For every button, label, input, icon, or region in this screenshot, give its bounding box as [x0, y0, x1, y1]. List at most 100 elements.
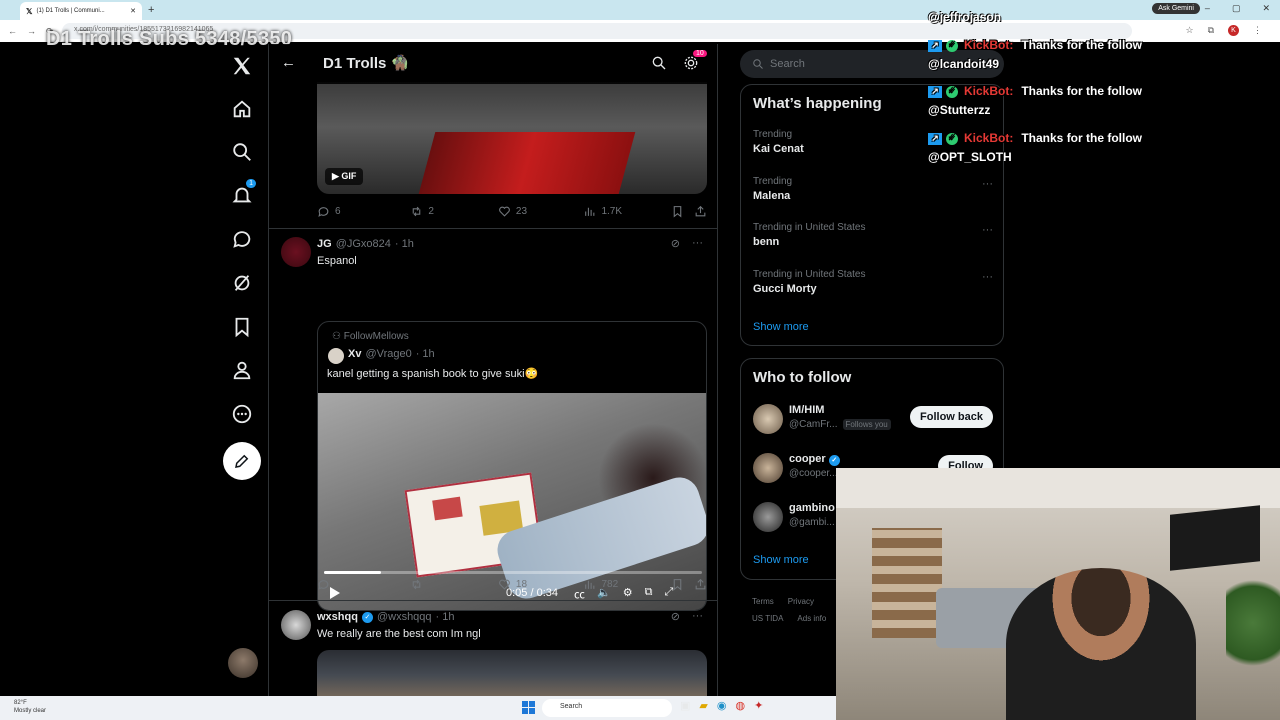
profile-icon[interactable]: K: [1228, 25, 1239, 36]
suggestion-avatar[interactable]: [753, 502, 783, 532]
quote-community[interactable]: ⚇ FollowMellows: [332, 331, 409, 342]
community-title: D1 Trolls 🧌: [323, 55, 410, 72]
views-button[interactable]: 782: [583, 578, 671, 591]
suggestion-name-row: cooper ✓: [789, 453, 840, 466]
gif-frame: [418, 132, 636, 194]
trend-item[interactable]: Trending Malena ···: [753, 176, 993, 202]
reply-button[interactable]: [317, 578, 410, 591]
community-timeline: ← D1 Trolls 🧌 10 ▶ GIF 6 2 23 1.7K JG @J…: [268, 44, 718, 696]
edge-icon[interactable]: ◉: [717, 699, 727, 712]
maximize-icon[interactable]: ▢: [1232, 3, 1241, 14]
menu-icon[interactable]: ⋮: [1253, 25, 1262, 36]
ask-gemini-button[interactable]: Ask Gemini: [1152, 3, 1200, 14]
post2-handle[interactable]: @JGxo824: [336, 238, 391, 250]
quote-avatar: [328, 348, 344, 364]
browser-tab[interactable]: 𝕏 (1) D1 Trolls | Communi... ✕: [20, 2, 142, 20]
chat-username: @OPT_SLOTH: [928, 150, 1012, 164]
notifications-bell-icon[interactable]: 1: [228, 179, 256, 209]
like-button[interactable]: 23: [498, 205, 584, 218]
grok-icon[interactable]: [228, 269, 256, 297]
webcam-tv: [1170, 505, 1260, 571]
bookmark-button[interactable]: [671, 205, 684, 218]
post3-time[interactable]: · 1h: [436, 611, 455, 623]
trend-more-icon[interactable]: ···: [982, 224, 993, 236]
tab-close-icon[interactable]: ✕: [130, 7, 136, 15]
post3-handle[interactable]: @wxshqqq: [377, 611, 432, 623]
trend-context: Trending in United States: [753, 222, 866, 233]
post-divider: [269, 600, 717, 601]
more-circle-icon[interactable]: [228, 400, 256, 428]
back-arrow-icon[interactable]: ←: [281, 54, 296, 71]
post2-name[interactable]: JG: [317, 238, 332, 250]
trend-more-icon[interactable]: ···: [982, 271, 993, 283]
account-avatar[interactable]: [228, 648, 258, 678]
address-icons: ☆ ⧉ K ⋮: [1185, 25, 1262, 36]
post2-tools: ⊘ ···: [671, 237, 703, 250]
quoted-post[interactable]: ⚇ FollowMellows Xv @Vrage0 · 1h kanel ge…: [317, 321, 707, 611]
minimize-icon[interactable]: –: [1205, 3, 1210, 14]
trend-more-icon[interactable]: ···: [982, 178, 993, 190]
post3-avatar[interactable]: [281, 610, 311, 640]
new-tab-icon[interactable]: +: [148, 4, 154, 16]
gif-media[interactable]: ▶ GIF: [317, 82, 707, 194]
extensions-icon[interactable]: ⧉: [1208, 25, 1214, 36]
explore-search-icon[interactable]: [228, 138, 256, 166]
footer-link[interactable]: Terms: [752, 597, 774, 606]
x-logo-icon[interactable]: [228, 52, 256, 80]
follows-you-badge: Follows you: [842, 419, 891, 430]
footer-link[interactable]: Ads info: [797, 614, 826, 623]
bookmarks-icon[interactable]: [228, 313, 256, 341]
post-more-icon[interactable]: ···: [692, 237, 703, 250]
like-button[interactable]: 18: [498, 578, 584, 591]
post3-media[interactable]: [317, 650, 707, 696]
bookmark-button[interactable]: [671, 578, 684, 591]
profile-nav-icon[interactable]: [228, 356, 256, 384]
show-more-follow-link[interactable]: Show more: [753, 554, 809, 566]
community-settings-gear-icon[interactable]: [683, 55, 699, 76]
repost-button[interactable]: [410, 578, 498, 591]
show-more-trends-link[interactable]: Show more: [753, 321, 809, 333]
weather-widget[interactable]: 82°F Mostly clear: [14, 699, 46, 715]
trend-item[interactable]: Trending in United States benn ···: [753, 222, 993, 248]
search-icon: [753, 59, 763, 69]
reply-button[interactable]: 6: [317, 205, 410, 218]
messages-icon[interactable]: [228, 225, 256, 253]
taskbar-search[interactable]: Search: [542, 699, 672, 717]
trend-context: Trending in United States: [753, 269, 866, 280]
repost-button[interactable]: 2: [410, 205, 498, 218]
grok-analyze-icon[interactable]: ⊘: [671, 610, 680, 623]
post2-time[interactable]: · 1h: [395, 238, 414, 250]
app-icon[interactable]: ✦: [754, 699, 763, 712]
post2-avatar[interactable]: [281, 237, 311, 267]
file-explorer-icon[interactable]: ▰: [699, 699, 707, 712]
compose-post-button[interactable]: [223, 442, 261, 480]
footer-link[interactable]: Privacy: [788, 597, 814, 606]
home-icon[interactable]: [228, 95, 256, 123]
suggestion-avatar[interactable]: [753, 404, 783, 434]
windows-start-icon[interactable]: [522, 701, 535, 714]
back-nav-icon[interactable]: ←: [8, 26, 17, 36]
taskbar-app-icons: ▣ ▰ ◉ ◍ ✦: [680, 699, 763, 712]
post3-name[interactable]: wxshqq: [317, 611, 358, 623]
windows-taskbar: 82°F Mostly clear Search ▣ ▰ ◉ ◍ ✦: [0, 696, 836, 720]
suggestion-handle-row: @CamFr... Follows you: [789, 419, 891, 430]
post-more-icon[interactable]: ···: [692, 610, 703, 623]
share-button[interactable]: [694, 578, 707, 591]
repost-icon: [413, 206, 421, 216]
gif-badge[interactable]: ▶ GIF: [325, 168, 364, 185]
forward-nav-icon[interactable]: →: [27, 26, 36, 36]
footer-link[interactable]: US TIDA: [752, 614, 783, 623]
share-button[interactable]: [694, 205, 707, 218]
follow-back-button[interactable]: Follow back: [910, 406, 993, 428]
chrome-icon[interactable]: ◍: [735, 699, 745, 712]
views-button[interactable]: 1.7K: [583, 205, 671, 218]
grok-analyze-icon[interactable]: ⊘: [671, 237, 680, 250]
community-search-icon[interactable]: [651, 55, 667, 76]
close-window-icon[interactable]: ✕: [1262, 3, 1270, 14]
follow-suggestion[interactable]: IM/HIM @CamFr... Follows you Follow back: [753, 404, 993, 438]
bookmark-star-icon[interactable]: ☆: [1185, 25, 1193, 36]
suggestion-avatar[interactable]: [753, 453, 783, 483]
video-progress-bar[interactable]: [324, 571, 702, 574]
task-view-icon[interactable]: ▣: [680, 699, 690, 712]
trend-item[interactable]: Trending in United States Gucci Morty ··…: [753, 269, 993, 295]
